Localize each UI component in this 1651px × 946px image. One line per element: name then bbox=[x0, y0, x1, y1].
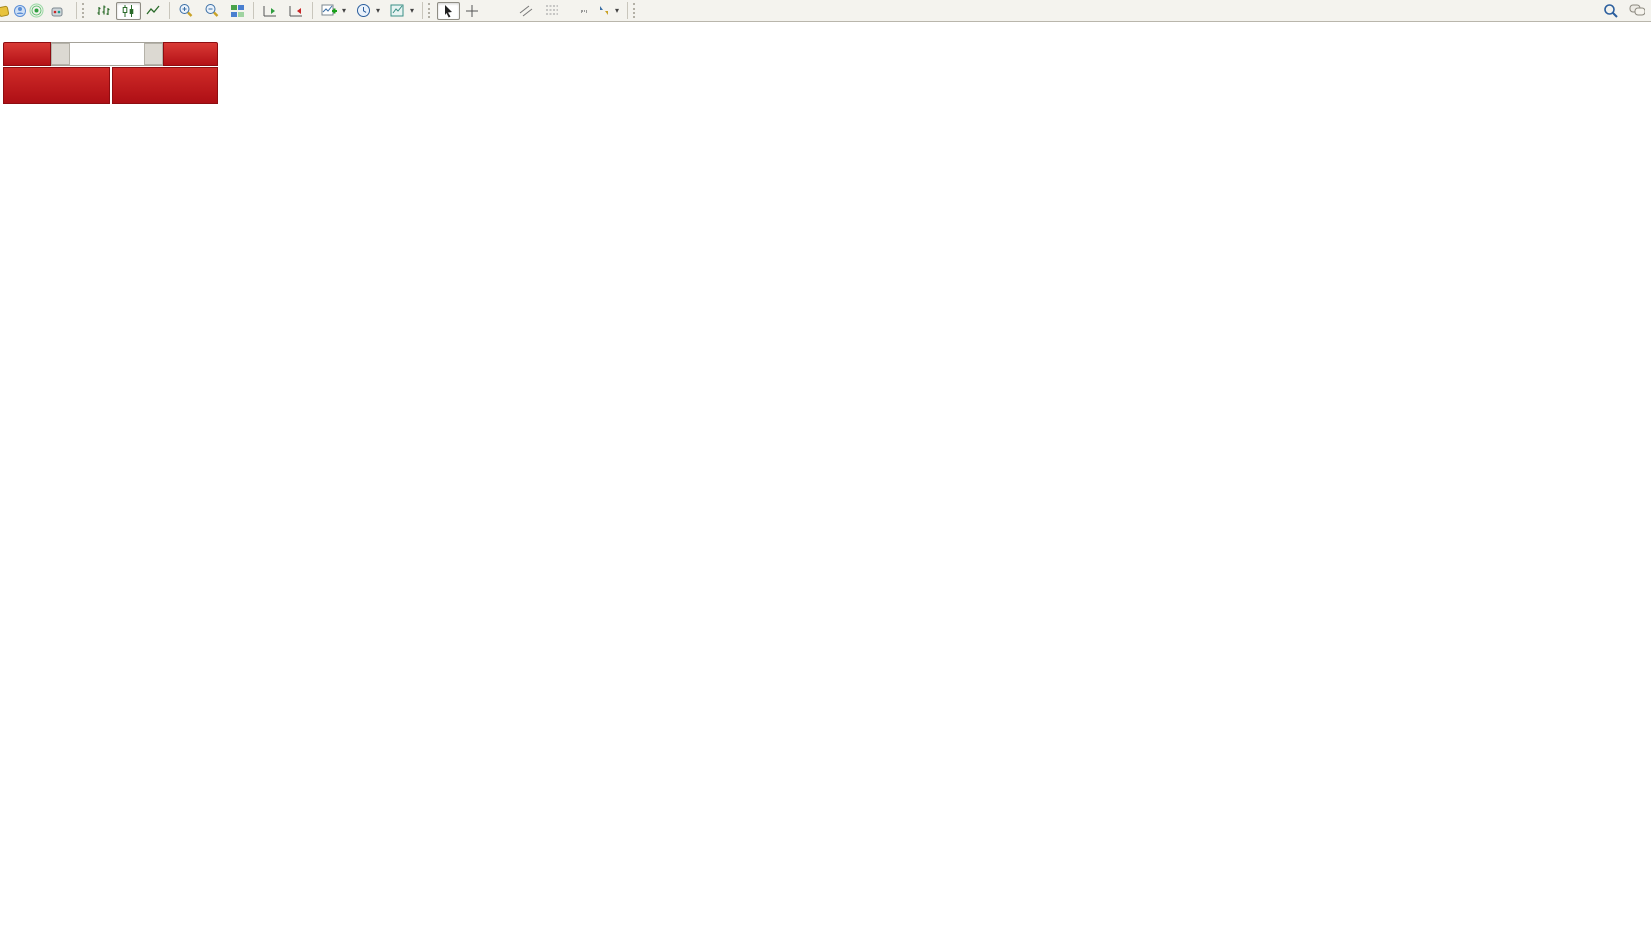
volume-increase-button[interactable] bbox=[144, 43, 163, 65]
chart-canvas[interactable] bbox=[0, 0, 1651, 946]
mt4-window: ▾ ▾ ▾ bbox=[0, 0, 1651, 946]
one-click-trading-panel bbox=[3, 42, 218, 104]
buy-button[interactable] bbox=[163, 42, 218, 66]
sell-price-button[interactable] bbox=[3, 67, 110, 104]
volume-stepper bbox=[51, 42, 163, 66]
chart-symbol-header bbox=[6, 25, 12, 37]
buy-price-button[interactable] bbox=[112, 67, 219, 104]
volume-decrease-button[interactable] bbox=[51, 43, 70, 65]
volume-input[interactable] bbox=[70, 43, 144, 65]
sell-button[interactable] bbox=[3, 42, 51, 66]
